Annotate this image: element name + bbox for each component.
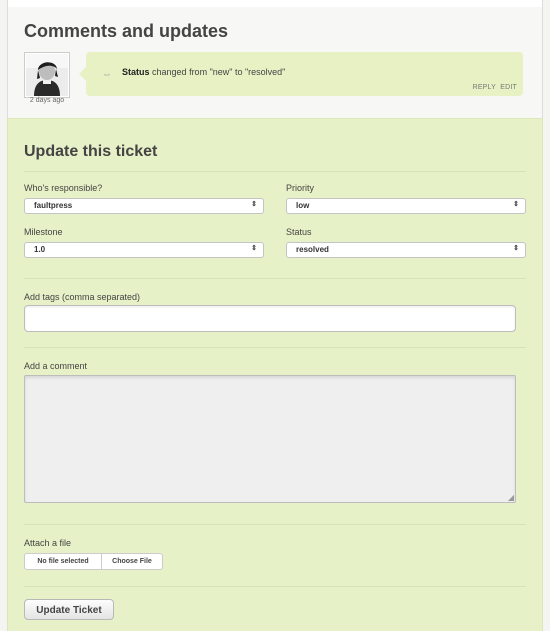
status-change-text: Status changed from "new" to "resolved" [122, 67, 285, 77]
changed-field-name: Status [122, 67, 150, 77]
status-value: resolved [296, 245, 329, 254]
milestone-label: Milestone [24, 227, 63, 237]
divider [24, 586, 526, 587]
divider [24, 347, 526, 348]
comment-textarea[interactable]: ◢ [24, 375, 516, 503]
resize-handle-icon[interactable]: ◢ [508, 493, 514, 502]
milestone-value: 1.0 [34, 245, 46, 254]
priority-value: low [296, 201, 310, 210]
divider [24, 524, 526, 525]
change-arrows-icon: ⇔ [102, 69, 112, 80]
edit-link[interactable]: EDIT [500, 84, 517, 91]
tags-label: Add tags (comma separated) [24, 292, 141, 302]
attach-file-label: Attach a file [24, 538, 72, 548]
select-arrows-icon: ⇕ [251, 245, 257, 252]
milestone-select[interactable]: 1.0 ⇕ [24, 242, 264, 258]
select-arrows-icon: ⇕ [513, 245, 519, 252]
status-change-entry: ⇔ Status changed from "new" to "resolved… [79, 52, 523, 96]
status-select[interactable]: resolved ⇕ [286, 242, 526, 258]
status-label: Status [286, 227, 312, 237]
comments-section: Comments and updates 2 days ago ⇔ Status… [7, 7, 543, 118]
reply-link[interactable]: REPLY [473, 84, 496, 91]
comments-title: Comments and updates [24, 21, 229, 41]
priority-label: Priority [286, 183, 315, 193]
comment-timestamp: 2 days ago [29, 97, 65, 104]
avatar[interactable] [24, 52, 70, 98]
select-arrows-icon: ⇕ [251, 201, 257, 208]
user-avatar-image [26, 54, 68, 96]
divider [24, 171, 526, 172]
file-status-text: No file selected [25, 554, 102, 569]
bubble-pointer [79, 67, 86, 81]
tags-input[interactable] [24, 305, 516, 332]
responsible-select[interactable]: faultpress ⇕ [24, 198, 264, 214]
select-arrows-icon: ⇕ [513, 201, 519, 208]
update-ticket-form: Update this ticket Who's responsible? fa… [7, 118, 543, 631]
comment-label: Add a comment [24, 361, 88, 371]
file-input[interactable]: No file selected Choose File [24, 553, 163, 570]
update-ticket-button[interactable]: Update Ticket [24, 599, 114, 620]
divider [24, 278, 526, 279]
priority-select[interactable]: low ⇕ [286, 198, 526, 214]
responsible-value: faultpress [34, 201, 73, 210]
update-title: Update this ticket [24, 143, 158, 160]
choose-file-button[interactable]: Choose File [102, 554, 162, 569]
change-description: changed from "new" to "resolved" [152, 67, 286, 77]
responsible-label: Who's responsible? [24, 183, 103, 193]
